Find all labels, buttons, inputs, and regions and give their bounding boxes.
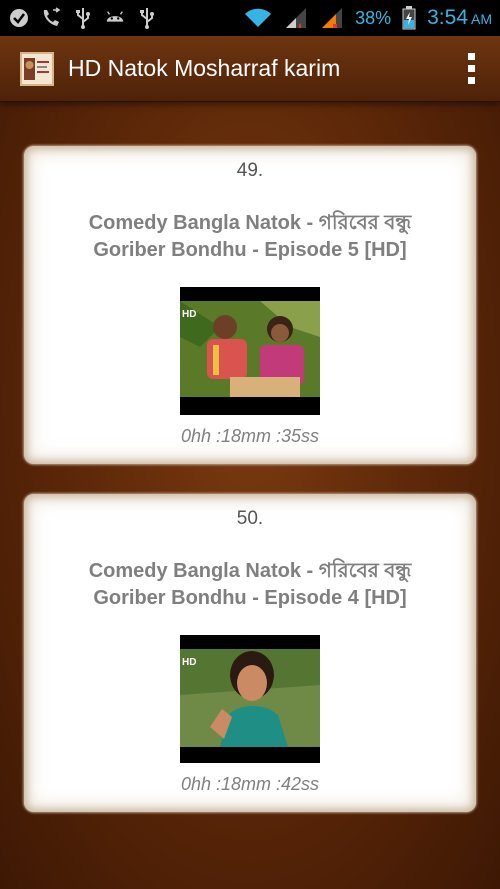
clock: 3:54 AM — [427, 6, 492, 29]
video-title[interactable]: Comedy Bangla Natok - গরিবের বন্ধু Gorib… — [44, 558, 456, 612]
clock-ampm: AM — [471, 11, 492, 27]
app-logo-icon[interactable] — [20, 51, 54, 86]
video-title-line: Goriber Bondhu - Episode 4 [HD] — [93, 587, 407, 609]
usb-icon — [136, 7, 158, 29]
video-title-line: Goriber Bondhu - Episode 5 [HD] — [93, 239, 407, 261]
svg-text:HD: HD — [182, 309, 196, 320]
signal-icon — [283, 7, 309, 29]
video-card[interactable]: 49. Comedy Bangla Natok - গরিবের বন্ধু G… — [24, 146, 476, 464]
call-forward-icon — [40, 7, 62, 29]
video-number: 50. — [236, 508, 264, 529]
app-title: HD Natok Mosharraf karim — [68, 55, 341, 81]
wifi-icon — [243, 7, 273, 29]
video-thumbnail[interactable]: HD — [180, 287, 320, 415]
usb-icon — [72, 7, 94, 29]
video-number: 49. — [236, 160, 264, 181]
status-bar-left — [8, 7, 158, 29]
video-card[interactable]: 50. Comedy Bangla Natok - গরিবের বন্ধু G… — [24, 494, 476, 812]
video-title-line: Comedy Bangla Natok - গরিবের বন্ধু — [88, 212, 412, 234]
video-duration: 0hh :18mm :35ss — [180, 426, 320, 446]
video-title-line: Comedy Bangla Natok - গরিবের বন্ধু — [88, 560, 412, 582]
signal-icon — [319, 7, 345, 29]
overflow-menu-icon[interactable] — [456, 47, 486, 91]
battery-percent: 38% — [355, 7, 392, 28]
battery-icon — [401, 6, 417, 30]
checkmark-icon — [8, 7, 30, 29]
video-thumbnail[interactable]: HD — [180, 635, 320, 763]
action-bar: HD Natok Mosharraf karim — [0, 36, 500, 102]
video-duration: 0hh :18mm :42ss — [180, 774, 320, 794]
video-title[interactable]: Comedy Bangla Natok - গরিবের বন্ধু Gorib… — [44, 210, 456, 264]
status-bar-right: 38% 3:54 AM — [243, 6, 492, 30]
video-list: 49. Comedy Bangla Natok - গরিবের বন্ধু G… — [0, 102, 500, 889]
status-bar: 38% 3:54 AM — [0, 0, 500, 36]
svg-text:HD: HD — [182, 657, 196, 668]
android-icon — [104, 7, 126, 29]
